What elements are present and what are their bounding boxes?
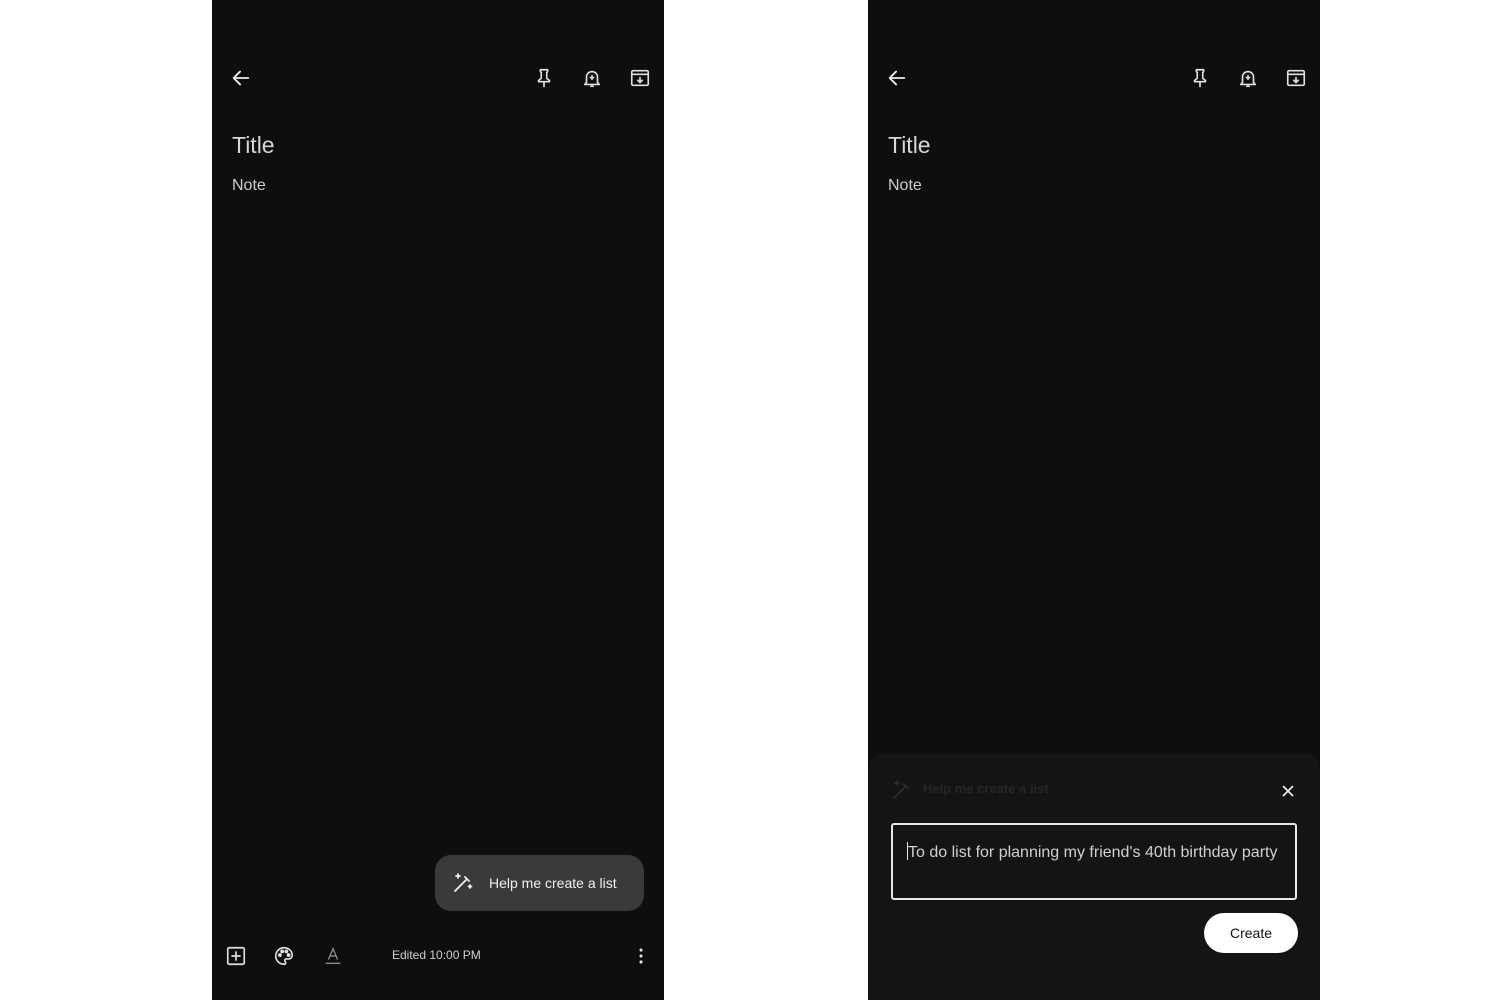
reminder-bell-icon[interactable] <box>572 58 612 98</box>
note-title-field[interactable]: Title <box>232 132 275 159</box>
note-body-field[interactable]: Note <box>888 177 922 195</box>
create-button[interactable]: Create <box>1204 913 1298 953</box>
reminder-bell-icon[interactable] <box>1228 58 1268 98</box>
more-vert-icon[interactable] <box>626 941 656 971</box>
help-me-create-list-button[interactable]: Help me create a list <box>435 855 644 911</box>
close-icon[interactable] <box>1274 777 1302 805</box>
palette-icon[interactable] <box>269 941 299 971</box>
magic-wand-icon <box>890 778 914 802</box>
archive-icon[interactable] <box>620 58 660 98</box>
back-arrow-icon[interactable] <box>877 58 917 98</box>
note-title-field[interactable]: Title <box>888 132 931 159</box>
note-body-field[interactable]: Note <box>232 177 266 195</box>
pin-icon[interactable] <box>524 58 564 98</box>
archive-icon[interactable] <box>1276 58 1316 98</box>
pin-icon[interactable] <box>1180 58 1220 98</box>
help-me-create-list-sheet: Help me create a list To do list for pla… <box>868 753 1320 1000</box>
back-arrow-icon[interactable] <box>221 58 261 98</box>
text-format-icon[interactable] <box>318 941 348 971</box>
add-box-icon[interactable] <box>221 941 251 971</box>
prompt-text: To do list for planning my friend's 40th… <box>908 844 1278 861</box>
magic-wand-icon <box>451 871 475 895</box>
note-editor-screen-left: Title Note Help me create a list Edited … <box>212 0 664 1000</box>
sheet-title: Help me create a list <box>923 781 1049 796</box>
note-editor-screen-right: Title Note Help me create a list To do l… <box>868 0 1320 1000</box>
edited-timestamp: Edited 10:00 PM <box>392 948 481 962</box>
help-me-create-list-label: Help me create a list <box>489 875 617 891</box>
prompt-input[interactable]: To do list for planning my friend's 40th… <box>891 823 1297 900</box>
